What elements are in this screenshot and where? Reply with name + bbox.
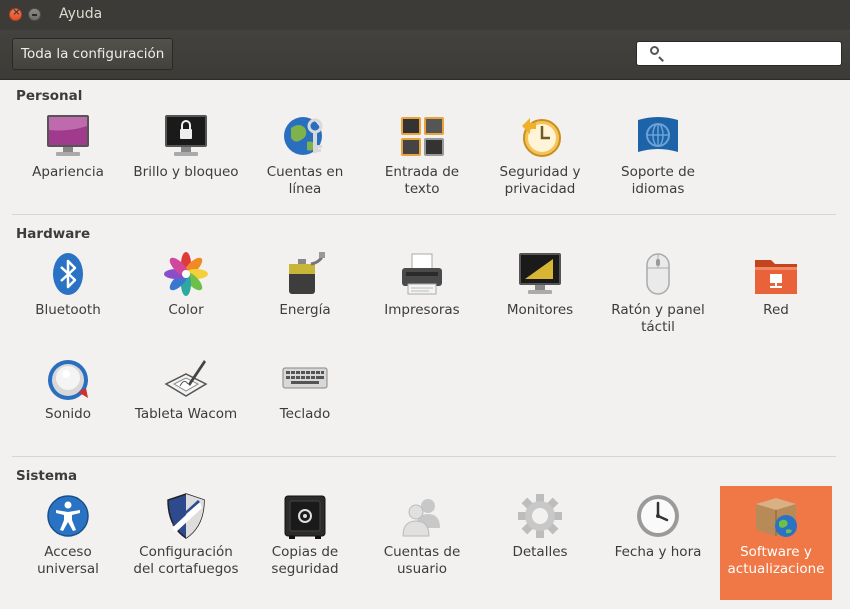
item-label: Seguridad y privacidad	[499, 164, 581, 197]
online-accounts-icon	[281, 112, 329, 160]
section-title-system: Sistema	[16, 468, 78, 484]
item-details[interactable]: Detalles	[484, 486, 596, 598]
item-universal-access[interactable]: Acceso universal	[12, 486, 124, 598]
network-icon	[752, 250, 800, 298]
backup-icon	[281, 492, 329, 540]
item-sound[interactable]: Sonido	[12, 348, 124, 460]
item-label: Cuentas de usuario	[383, 544, 461, 577]
item-printers[interactable]: Impresoras	[366, 244, 478, 356]
language-support-icon	[634, 112, 682, 160]
item-label: Color	[168, 302, 204, 318]
date-time-icon	[634, 492, 682, 540]
title-bar: × Ayuda	[0, 0, 850, 30]
section-title-hardware: Hardware	[16, 226, 91, 242]
item-label: Teclado	[279, 406, 331, 422]
item-monitors[interactable]: Monitores	[484, 244, 596, 356]
item-wacom-tablet[interactable]: Tableta Wacom	[130, 348, 242, 460]
tablet-icon	[162, 354, 210, 402]
item-label: Energía	[279, 302, 331, 318]
item-bluetooth[interactable]: Bluetooth	[12, 244, 124, 356]
mouse-icon	[634, 250, 682, 298]
section-title-personal: Personal	[16, 88, 83, 104]
item-label: Fecha y hora	[614, 544, 702, 560]
security-privacy-icon	[516, 112, 564, 160]
item-text-entry[interactable]: Entrada de texto	[366, 106, 478, 218]
power-icon	[281, 250, 329, 298]
item-label: Software y actualizacione	[727, 544, 825, 577]
item-online-accounts[interactable]: Cuentas en línea	[249, 106, 361, 218]
item-label: Monitores	[506, 302, 574, 318]
search-icon	[650, 46, 659, 55]
firewall-icon	[162, 492, 210, 540]
item-security-privacy[interactable]: Seguridad y privacidad	[484, 106, 596, 218]
item-brightness-lock[interactable]: Brillo y bloqueo	[130, 106, 242, 218]
item-label: Brillo y bloqueo	[133, 164, 239, 180]
toolbar: Toda la configuración	[0, 30, 850, 80]
item-label: Tableta Wacom	[134, 406, 238, 422]
item-power[interactable]: Energía	[249, 244, 361, 356]
item-label: Configuración del cortafuegos	[133, 544, 239, 577]
monitor-icon	[516, 250, 564, 298]
universal-access-icon	[44, 492, 92, 540]
close-icon: ×	[12, 7, 21, 18]
color-icon	[162, 250, 210, 298]
item-label: Copias de seguridad	[271, 544, 339, 577]
item-label: Impresoras	[384, 302, 460, 318]
all-settings-button[interactable]: Toda la configuración	[12, 38, 174, 70]
printer-icon	[398, 250, 446, 298]
item-label: Sonido	[45, 406, 91, 422]
item-keyboard[interactable]: Teclado	[249, 348, 361, 460]
search-input[interactable]	[667, 44, 841, 65]
close-window-button[interactable]: ×	[9, 7, 22, 21]
item-backups[interactable]: Copias de seguridad	[249, 486, 361, 598]
item-label: Apariencia	[32, 164, 104, 180]
appearance-icon	[44, 112, 92, 160]
item-label: Detalles	[512, 544, 568, 560]
item-appearance[interactable]: Apariencia	[12, 106, 124, 218]
item-date-time[interactable]: Fecha y hora	[602, 486, 714, 598]
item-label: Acceso universal	[37, 544, 99, 577]
details-icon	[516, 492, 564, 540]
window-title: Ayuda	[59, 6, 103, 22]
item-label: Bluetooth	[35, 302, 101, 318]
section-separator	[12, 456, 836, 457]
minimize-icon	[32, 14, 37, 16]
sound-icon	[44, 354, 92, 402]
item-software-updates[interactable]: Software y actualizacione	[720, 486, 832, 600]
user-accounts-icon	[398, 492, 446, 540]
item-label: Ratón y panel táctil	[611, 302, 705, 335]
item-label: Red	[763, 302, 789, 318]
item-user-accounts[interactable]: Cuentas de usuario	[366, 486, 478, 598]
item-language-support[interactable]: Soporte de idiomas	[602, 106, 714, 218]
item-label: Soporte de idiomas	[621, 164, 695, 197]
item-color[interactable]: Color	[130, 244, 242, 356]
text-entry-icon	[398, 112, 446, 160]
item-firewall[interactable]: Configuración del cortafuegos	[130, 486, 242, 598]
bluetooth-icon	[44, 250, 92, 298]
item-label: Cuentas en línea	[266, 164, 344, 197]
item-network[interactable]: Red	[720, 244, 832, 356]
item-label: Entrada de texto	[384, 164, 460, 197]
search-box[interactable]	[636, 41, 842, 66]
minimize-window-button[interactable]	[28, 8, 41, 21]
brightness-lock-icon	[162, 112, 210, 160]
software-updates-icon	[752, 492, 800, 540]
item-mouse-touchpad[interactable]: Ratón y panel táctil	[602, 244, 714, 356]
section-separator	[12, 214, 836, 215]
keyboard-icon	[281, 354, 329, 402]
